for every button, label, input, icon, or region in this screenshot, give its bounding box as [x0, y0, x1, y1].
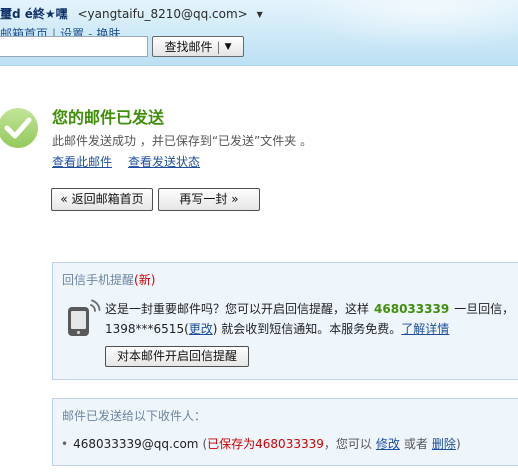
reminder-intro-suffix: 一旦回信， [454, 302, 515, 316]
reply-reminder-panel: 回信手机提醒(新) 这是一封重要邮件吗？您可以开启回信提醒，这样 46803333… [52, 262, 518, 380]
check-circle-icon [0, 108, 38, 148]
close-paren: ) [455, 437, 461, 451]
reminder-notice-text: ) 就会收到短信通知。本服务免费。 [212, 322, 402, 336]
list-item: • 468033339@qq.com (已保存为468033339，您可以 修改 或者删… [61, 435, 461, 453]
recipients-title: 邮件已发送给以下收件人： [62, 409, 207, 423]
saved-contact-note: 已保存为468033339 [207, 437, 324, 451]
new-badge: (新) [134, 273, 156, 287]
reminder-line-2: 1398***6515(更改) 就会收到短信通知。本服务免费。了解详情 [105, 319, 449, 339]
search-button-separator: | [216, 39, 221, 54]
recipients-panel: 邮件已发送给以下收件人： • 468033339@qq.com (已保存为46803… [52, 398, 518, 466]
or-text: 或者 [403, 437, 428, 451]
change-phone-link[interactable]: 更改 [189, 322, 213, 336]
edit-contact-link[interactable]: 修改 [376, 437, 400, 451]
search-dropdown-triangle-down-icon[interactable]: ▼ [225, 42, 232, 52]
user-email: <yangtaifu_8210@qq.com> [77, 7, 248, 21]
sent-confirmation-page: 璽d é終★嘿 <yangtaifu_8210@qq.com> ▼ 邮箱首页 | 设… [0, 0, 518, 476]
success-description: 此邮件发送成功 ，并已保存到“已发送”文件夹 。 [52, 134, 313, 148]
mail-search-input[interactable] [0, 36, 148, 57]
account-row: 璽d é終★嘿 <yangtaifu_8210@qq.com> ▼ [0, 6, 263, 22]
user-nickname: 璽d é終★嘿 [0, 7, 68, 21]
page-title: 您的邮件已发送 [52, 108, 165, 127]
view-this-mail-link[interactable]: 查看此邮件 [52, 154, 112, 170]
contact-qq-number: 468033339 [374, 302, 450, 316]
delete-contact-link[interactable]: 删除 [432, 437, 456, 451]
mobile-phone-icon [68, 299, 101, 336]
account-menu-triangle-down-icon[interactable]: ▼ [257, 10, 263, 19]
search-mail-button-label: 查找邮件 [164, 40, 213, 54]
header-highlight [298, 0, 518, 50]
back-to-inbox-button[interactable]: « 返回邮箱首页 [51, 188, 153, 211]
masked-phone-number: 1398***6515( [105, 322, 189, 336]
enable-reply-reminder-button[interactable]: 对本邮件开启回信提醒 [105, 346, 249, 367]
reply-reminder-title: 回信手机提醒(新) [62, 272, 155, 288]
reminder-line-1: 这是一封重要邮件吗？您可以开启回信提醒，这样 468033339 一旦回信， [105, 299, 514, 319]
list-bullet: • [61, 437, 69, 451]
reminder-intro-text: 这是一封重要邮件吗？您可以开启回信提醒，这样 [105, 302, 370, 316]
contact-hint-text: ，您可以 [323, 437, 372, 451]
compose-another-button[interactable]: 再写一封 » [158, 188, 260, 211]
learn-more-link[interactable]: 了解详情 [401, 322, 449, 336]
search-mail-button[interactable]: 查找邮件 | ▼ [152, 36, 244, 57]
view-send-status-link[interactable]: 查看发送状态 [128, 154, 200, 170]
header-bar: 璽d é終★嘿 <yangtaifu_8210@qq.com> ▼ 邮箱首页 | 设… [0, 0, 518, 66]
recipient-email: 468033339@qq.com [73, 437, 199, 451]
reply-reminder-title-text: 回信手机提醒 [62, 273, 135, 287]
